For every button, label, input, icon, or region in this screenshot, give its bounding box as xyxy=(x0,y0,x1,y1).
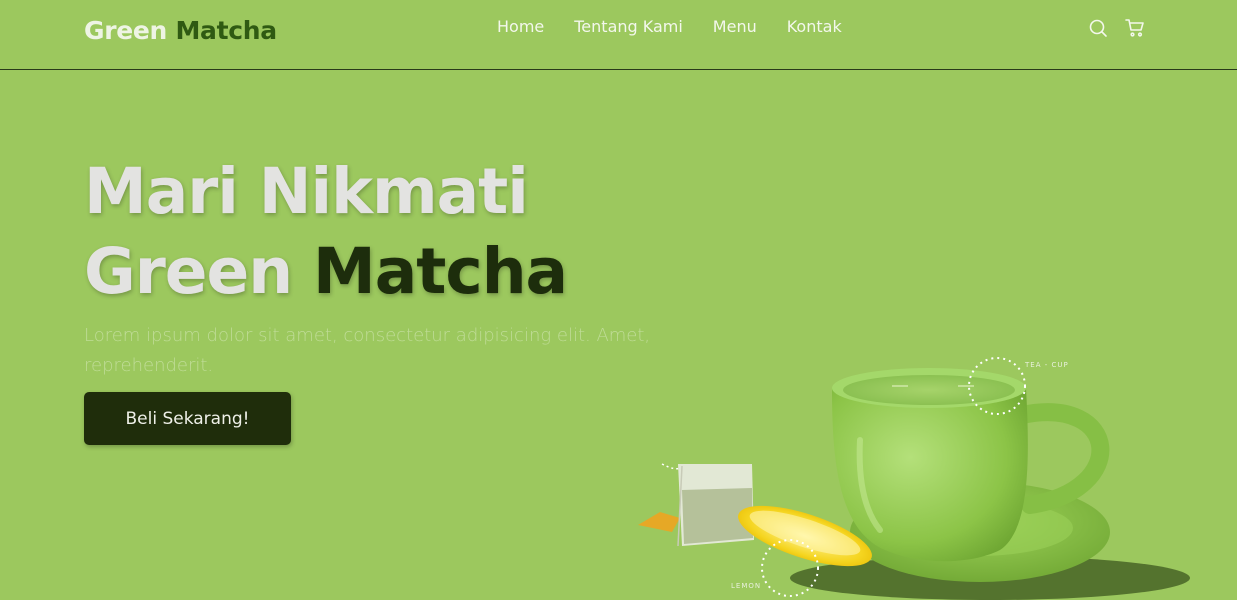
hero-title-green: Green xyxy=(84,235,293,308)
cart-icon[interactable] xyxy=(1125,18,1145,38)
nav-link-home[interactable]: Home xyxy=(497,17,544,36)
hero-title: Mari Nikmati Green Matcha xyxy=(84,152,568,312)
tea-surface xyxy=(843,375,1015,405)
navbar: Green Matcha Home Tentang Kami Menu Kont… xyxy=(0,0,1237,70)
hero-title-matcha: Matcha xyxy=(313,235,568,308)
nav-link-kontak[interactable]: Kontak xyxy=(787,17,842,36)
nav-link-tentang-kami[interactable]: Tentang Kami xyxy=(574,17,683,36)
hero-title-line1: Mari Nikmati xyxy=(84,155,529,228)
logo[interactable]: Green Matcha xyxy=(84,16,277,45)
lemon-label: LEMON xyxy=(731,582,761,590)
logo-part-matcha: Matcha xyxy=(175,16,277,45)
buy-now-button[interactable]: Beli Sekarang! xyxy=(84,392,291,445)
nav-link-menu[interactable]: Menu xyxy=(713,17,757,36)
tea-bag-tag xyxy=(638,512,680,532)
search-icon[interactable] xyxy=(1088,18,1108,38)
nav-icons xyxy=(1088,18,1145,38)
nav-links: Home Tentang Kami Menu Kontak xyxy=(497,17,842,36)
logo-part-green: Green xyxy=(84,16,168,45)
page: Green Matcha Home Tentang Kami Menu Kont… xyxy=(0,0,1237,600)
hero-description: Lorem ipsum dolor sit amet, consectetur … xyxy=(84,325,651,376)
matcha-cup-illustration: TEA - CUP LEMON xyxy=(620,340,1237,600)
cup-label: TEA - CUP xyxy=(1024,361,1069,369)
